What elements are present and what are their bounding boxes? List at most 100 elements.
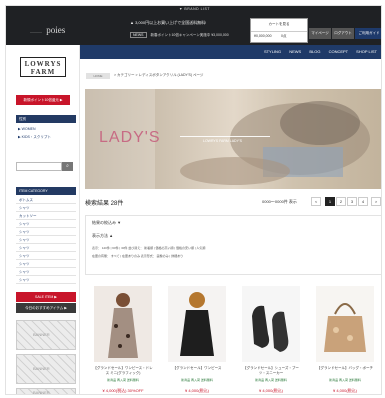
- site-header: ——— poies ▲ 3,000円以上お買い上げで全国送料無料! NEWS 新…: [6, 13, 381, 45]
- logo-text: poies: [46, 25, 66, 35]
- sidebar-banner[interactable]: BANNER: [16, 354, 76, 384]
- breadcrumb-trail: > カテゴリー > レディスボタンアクリル (LADY'S) ページ: [114, 73, 204, 77]
- category-list: ボトムス シャツ カットソー シャツ シャツ シャツ シャツ シャツ シャツ シ…: [16, 196, 76, 284]
- promo-line: ▲ 3,000円以上お買い上げで全国送料無料!: [130, 20, 207, 25]
- page-2-button[interactable]: 2: [336, 197, 346, 206]
- category-item[interactable]: シャツ: [16, 236, 76, 244]
- logout-button[interactable]: ログアウト: [332, 28, 354, 39]
- product-price: ¥ 4,000(税込): [184, 388, 209, 393]
- category-item[interactable]: シャツ: [16, 252, 76, 260]
- hero-title: LADY'S: [99, 129, 161, 146]
- banner-label: BANNER: [33, 366, 50, 371]
- brand-logo[interactable]: LOWRYS FARM: [20, 57, 66, 77]
- news-tag: NEWS: [130, 32, 147, 38]
- display-options-line[interactable]: 表示： 120件 | 60件 | 30件 並び替え： 新着順 | 価格の高い順 …: [92, 246, 205, 250]
- category-item[interactable]: シャツ: [16, 220, 76, 228]
- product-card[interactable]: 【グランドセール】バッグ・ポーチ 新商品 再入荷 送料無料 ¥ 4,000(税込…: [314, 282, 376, 394]
- cart-divider: [251, 31, 307, 32]
- product-badges: 新商品 再入荷 送料無料: [181, 378, 213, 382]
- product-badges: 新商品 再入荷 送料無料: [329, 378, 361, 382]
- product-price: ¥ 4,000(税込): [258, 388, 283, 393]
- brand-list-label[interactable]: ▼ BRAND LIST: [179, 7, 210, 11]
- search-button[interactable]: ⌕: [62, 162, 73, 171]
- cart-total: ¥0,000,000: [254, 34, 272, 38]
- recommend-item-button[interactable]: 今日のおすすめアイテム ▶: [16, 303, 76, 313]
- sale-item-button[interactable]: SALE ITEM ▶: [16, 292, 76, 302]
- category-item[interactable]: カットソー: [16, 212, 76, 220]
- category-item[interactable]: シャツ: [16, 260, 76, 268]
- product-price: ¥ 4,000(税込) 30%OFF: [102, 388, 144, 393]
- product-price: ¥ 4,000(税込): [332, 388, 357, 393]
- sidebar-item-kids[interactable]: ▶ KIDS・スクリプト: [18, 135, 51, 140]
- product-image[interactable]: [242, 286, 300, 362]
- mypage-button[interactable]: マイページ: [309, 28, 331, 39]
- gender-heading: 性別: [16, 115, 76, 123]
- category-heading: ITEM CATEGORY: [16, 187, 76, 195]
- product-title[interactable]: 【グランドセール】シューズ・ブーツ・スニーカー: [240, 366, 302, 376]
- logo-prefix: ———: [30, 29, 42, 34]
- guide-button[interactable]: ご利用ガイド: [355, 28, 381, 39]
- filter-panel: 結果の絞込み ▼ 表示方法 ▲ 表示： 120件 | 60件 | 30件 並び替…: [85, 215, 381, 275]
- category-item[interactable]: シャツ: [16, 204, 76, 212]
- sidebar-banner[interactable]: BANNER: [16, 388, 76, 395]
- page-1-button[interactable]: 1: [325, 197, 335, 206]
- product-badges: 新商品 再入荷 送料無料: [107, 378, 139, 382]
- banner-label: BANNER: [33, 390, 50, 395]
- product-card[interactable]: 【グランドセール】ワンピース・ドレス ミニ(グラフィック) 新商品 再入荷 送料…: [92, 282, 154, 394]
- product-image[interactable]: [94, 286, 152, 362]
- cart-items: 0点: [281, 34, 287, 38]
- sidebar: LOWRYS FARM 新規ポイント10倍還元 ▶ 性別 ▶ WOMEN ▶ K…: [6, 45, 80, 395]
- hero-subtitle: LOWRYS FARM LADY'S: [203, 139, 242, 143]
- nav-concept[interactable]: CONCEPT: [329, 49, 348, 54]
- promo-amount: ¥3,000,000: [211, 33, 229, 37]
- point-campaign-button[interactable]: 新規ポイント10倍還元 ▶: [16, 95, 70, 105]
- nav-shop-list[interactable]: SHOP LIST: [356, 49, 377, 54]
- category-item[interactable]: シャツ: [16, 228, 76, 236]
- cart-box[interactable]: カートを見る ¥0,000,000 0点: [250, 18, 308, 43]
- site-logo[interactable]: ——— poies: [30, 25, 65, 35]
- page: ▼ BRAND LIST ——— poies ▲ 3,000円以上お買い上げで全…: [5, 5, 382, 395]
- product-image[interactable]: [316, 286, 374, 362]
- stock-options-line[interactable]: 在庫の有無： すべて | 在庫ありのみ 表示形式： 画像のみ | 詳細あり: [92, 254, 183, 258]
- page-3-button[interactable]: 3: [347, 197, 357, 206]
- next-page-button[interactable]: >: [371, 197, 381, 206]
- breadcrumb: HOME > カテゴリー > レディスボタンアクリル (LADY'S) ページ: [80, 59, 381, 89]
- refine-toggle[interactable]: 結果の絞込み ▼: [92, 220, 121, 226]
- category-item[interactable]: シャツ: [16, 268, 76, 276]
- display-toggle[interactable]: 表示方法 ▲: [92, 233, 113, 239]
- prev-page-button[interactable]: <: [311, 197, 321, 206]
- product-grid: 【グランドセール】ワンピース・ドレス ミニ(グラフィック) 新商品 再入荷 送料…: [92, 282, 380, 394]
- category-item[interactable]: シャツ: [16, 276, 76, 284]
- product-image[interactable]: [168, 286, 226, 362]
- breadcrumb-home[interactable]: HOME: [86, 73, 110, 79]
- nav-blog[interactable]: BLOG: [309, 49, 320, 54]
- product-card[interactable]: 【グランドセール】ワンピース 新商品 再入荷 送料無料 ¥ 4,000(税込): [166, 282, 228, 394]
- brand-list-strip[interactable]: ▼ BRAND LIST: [6, 6, 381, 13]
- results-range: 0000〜0000件 表示: [262, 199, 297, 204]
- results-count: 検索結果 28件: [85, 201, 124, 207]
- category-item[interactable]: シャツ: [16, 244, 76, 252]
- page-4-button[interactable]: 4: [358, 197, 368, 206]
- product-title[interactable]: 【グランドセール】バッグ・ポーチ: [314, 366, 376, 371]
- category-item[interactable]: ボトムス: [16, 196, 76, 204]
- cart-button[interactable]: カートを見る: [251, 22, 307, 27]
- brand-logo-line-1: LOWRYS: [24, 60, 62, 68]
- main-nav: STYLING NEWS BLOG CONCEPT SHOP LIST: [80, 45, 381, 59]
- search-input[interactable]: [16, 162, 62, 171]
- banner-label: BANNER: [33, 332, 50, 337]
- product-badges: 新商品 再入荷 送料無料: [255, 378, 287, 382]
- product-card[interactable]: 【グランドセール】シューズ・ブーツ・スニーカー 新商品 再入荷 送料無料 ¥ 4…: [240, 282, 302, 394]
- sidebar-banner[interactable]: BANNER: [16, 320, 76, 350]
- product-title[interactable]: 【グランドセール】ワンピース・ドレス ミニ(グラフィック): [92, 366, 154, 376]
- product-title[interactable]: 【グランドセール】ワンピース: [166, 366, 228, 371]
- nav-styling[interactable]: STYLING: [264, 49, 281, 54]
- sidebar-item-women[interactable]: ▶ WOMEN: [18, 127, 35, 131]
- promo-news-text[interactable]: 新春ポイント10倍キャンペーン実施中: [150, 33, 210, 37]
- brand-logo-line-2: FARM: [30, 68, 56, 76]
- promo-news: NEWS 新春ポイント10倍キャンペーン実施中 ¥3,000,000: [130, 32, 229, 38]
- nav-items: STYLING NEWS BLOG CONCEPT SHOP LIST: [257, 49, 377, 54]
- hero-banner: LADY'S LOWRYS FARM LADY'S: [85, 89, 381, 189]
- nav-news[interactable]: NEWS: [289, 49, 301, 54]
- results-bar: 検索結果 28件 0000〜0000件 表示 < 1 2 3 4 >: [85, 195, 381, 209]
- search-icon: ⌕: [66, 163, 69, 169]
